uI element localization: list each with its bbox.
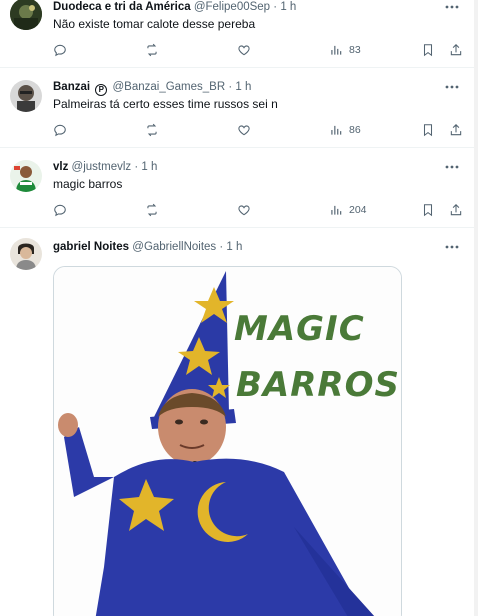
reply-icon[interactable] — [53, 122, 67, 138]
share-icon[interactable] — [449, 202, 463, 218]
tweet-actions: 83 — [53, 42, 463, 58]
views-button[interactable]: 204 — [329, 202, 367, 218]
meme-caption-line2: BARROS — [236, 365, 400, 405]
tweet-text: Não existe tomar calote desse pereba — [53, 17, 256, 31]
timestamp[interactable]: 1 h — [280, 1, 296, 13]
reply-icon[interactable] — [53, 202, 67, 218]
avatar[interactable] — [10, 238, 42, 270]
bookmark-icon[interactable] — [421, 42, 435, 58]
tweet-header: gabriel Noites @GabriellNoites · 1 h — [53, 240, 242, 254]
more-icon[interactable] — [444, 80, 460, 94]
timestamp[interactable]: 1 h — [141, 161, 157, 173]
share-icon[interactable] — [449, 42, 463, 58]
separator: · — [228, 81, 233, 93]
separator: · — [219, 241, 224, 253]
tweet-header: Banzai P @Banzai_Games_BR · 1 h — [53, 80, 251, 96]
handle[interactable]: @GabriellNoites — [132, 241, 216, 253]
timeline: Duodeca e tri da América @Felipe00Sep · … — [0, 0, 474, 616]
more-icon[interactable] — [444, 160, 460, 174]
timestamp[interactable]: 1 h — [235, 81, 251, 93]
separator: · — [273, 1, 278, 13]
retweet-icon[interactable] — [145, 42, 159, 58]
views-icon — [331, 205, 342, 215]
views-count: 83 — [349, 44, 361, 56]
display-name[interactable]: Duodeca e tri da América — [53, 1, 191, 13]
retweet-icon[interactable] — [145, 122, 159, 138]
tweet[interactable]: Banzai P @Banzai_Games_BR · 1 h Palmeira… — [0, 68, 474, 148]
separator: · — [134, 161, 139, 173]
timestamp[interactable]: 1 h — [226, 241, 242, 253]
tweet-actions: 204 — [53, 202, 463, 218]
tweet-media-image[interactable]: MAGIC BARROS — [53, 266, 402, 616]
bookmark-icon[interactable] — [421, 122, 435, 138]
views-button[interactable]: 83 — [329, 42, 361, 58]
like-icon[interactable] — [237, 122, 251, 138]
display-name[interactable]: vlz — [53, 161, 68, 173]
tweet-header: vlz @justmevlz · 1 h — [53, 160, 157, 174]
views-count: 204 — [349, 204, 367, 216]
avatar[interactable] — [10, 0, 42, 30]
share-icon[interactable] — [449, 122, 463, 138]
scrollbar[interactable] — [474, 0, 478, 616]
more-icon[interactable] — [444, 0, 460, 14]
handle[interactable]: @Felipe00Sep — [194, 1, 270, 13]
avatar[interactable] — [10, 160, 42, 192]
badge-icon: P — [95, 84, 108, 96]
meme-caption-line1: MAGIC — [234, 309, 365, 349]
handle[interactable]: @Banzai_Games_BR — [112, 81, 225, 93]
tweet[interactable]: Duodeca e tri da América @Felipe00Sep · … — [0, 0, 474, 68]
more-icon[interactable] — [444, 240, 460, 254]
retweet-icon[interactable] — [145, 202, 159, 218]
display-name[interactable]: Banzai — [53, 81, 90, 93]
tweet-text: magic barros — [53, 177, 123, 191]
views-button[interactable]: 86 — [329, 122, 361, 138]
tweet-header: Duodeca e tri da América @Felipe00Sep · … — [53, 0, 296, 14]
like-icon[interactable] — [237, 202, 251, 218]
views-count: 86 — [349, 124, 361, 136]
avatar[interactable] — [10, 80, 42, 112]
like-icon[interactable] — [237, 42, 251, 58]
display-name[interactable]: gabriel Noites — [53, 241, 129, 253]
views-icon — [331, 45, 342, 55]
tweet[interactable]: vlz @justmevlz · 1 h magic barros 204 — [0, 148, 474, 228]
views-icon — [331, 125, 342, 135]
handle[interactable]: @justmevlz — [72, 161, 132, 173]
tweet-text: Palmeiras tá certo esses time russos sei… — [53, 97, 278, 111]
reply-icon[interactable] — [53, 42, 67, 58]
bookmark-icon[interactable] — [421, 202, 435, 218]
tweet-actions: 86 — [53, 122, 463, 138]
